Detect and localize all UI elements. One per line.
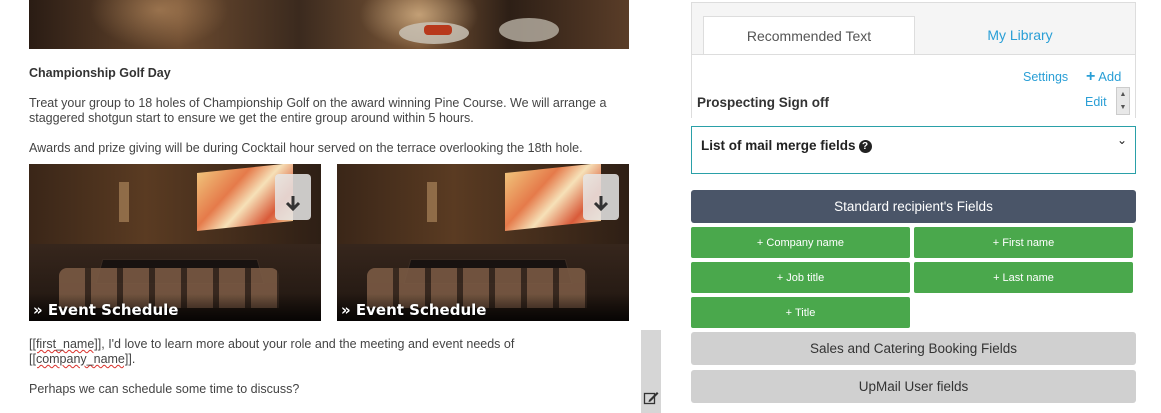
edit-link[interactable]: Edit [1085,95,1107,109]
help-icon[interactable]: ? [858,140,872,153]
add-company-name-button[interactable]: + Company name [691,227,910,258]
text-panel: Recommended Text My Library Settings + A… [691,2,1136,118]
email-paragraph-closing: Perhaps we can schedule some time to dis… [29,382,300,396]
caret-up-icon[interactable]: ▲ [1120,91,1127,98]
email-paragraph-golf: Treat your group to 18 holes of Champion… [29,96,607,125]
email-paragraph-awards: Awards and prize giving will be during C… [29,141,583,155]
add-last-name-button[interactable]: + Last name [914,262,1133,293]
tab-recommended-text[interactable]: Recommended Text [703,16,915,55]
chevron-down-icon[interactable]: ⌄ [1117,133,1127,147]
add-button[interactable]: + Add [1086,68,1121,86]
image-caption: » Event Schedule [341,301,487,319]
settings-link[interactable]: Settings [1023,70,1068,84]
merge-line-text: , I'd love to learn more about your role… [101,337,515,351]
panel-body: Settings + Add Prospecting Sign off Edit… [692,54,1135,118]
event-schedule-image-2[interactable]: » Event Schedule [337,164,629,321]
mail-merge-title-text: List of mail merge fields [701,138,856,153]
standard-recipient-fields-header[interactable]: Standard recipient's Fields [691,190,1136,223]
upmail-user-fields-header[interactable]: UpMail User fields [691,370,1136,403]
edit-note-icon[interactable] [643,390,659,406]
plus-icon: + [1086,68,1096,85]
merge-token-company-name: [[company_name]] [29,352,132,366]
event-schedule-image-1[interactable]: » Event Schedule [29,164,321,321]
sales-catering-fields-header[interactable]: Sales and Catering Booking Fields [691,332,1136,365]
hero-image [29,0,629,49]
email-paragraph-merge: [[first_name]], I'd love to learn more a… [29,337,629,367]
add-label: Add [1098,69,1122,84]
add-job-title-button[interactable]: + Job title [691,262,910,293]
add-first-name-button[interactable]: + First name [914,227,1133,258]
mail-merge-fields-toggle[interactable]: List of mail merge fields? ⌄ [691,126,1136,174]
mail-merge-title: List of mail merge fields? [701,138,872,153]
tab-my-library[interactable]: My Library [914,16,1126,54]
merge-line-end: . [131,352,136,366]
list-scroll-spinner[interactable]: ▲ ▼ [1116,87,1130,115]
caret-down-icon[interactable]: ▼ [1120,104,1127,111]
email-heading: Championship Golf Day [29,66,171,80]
download-icon[interactable] [583,174,619,220]
add-title-button[interactable]: + Title [691,297,910,328]
download-icon[interactable] [275,174,311,220]
merge-token-first-name: [[first_name]] [29,337,102,351]
signoff-item-label: Prospecting Sign off [697,95,830,110]
image-caption: » Event Schedule [33,301,179,319]
